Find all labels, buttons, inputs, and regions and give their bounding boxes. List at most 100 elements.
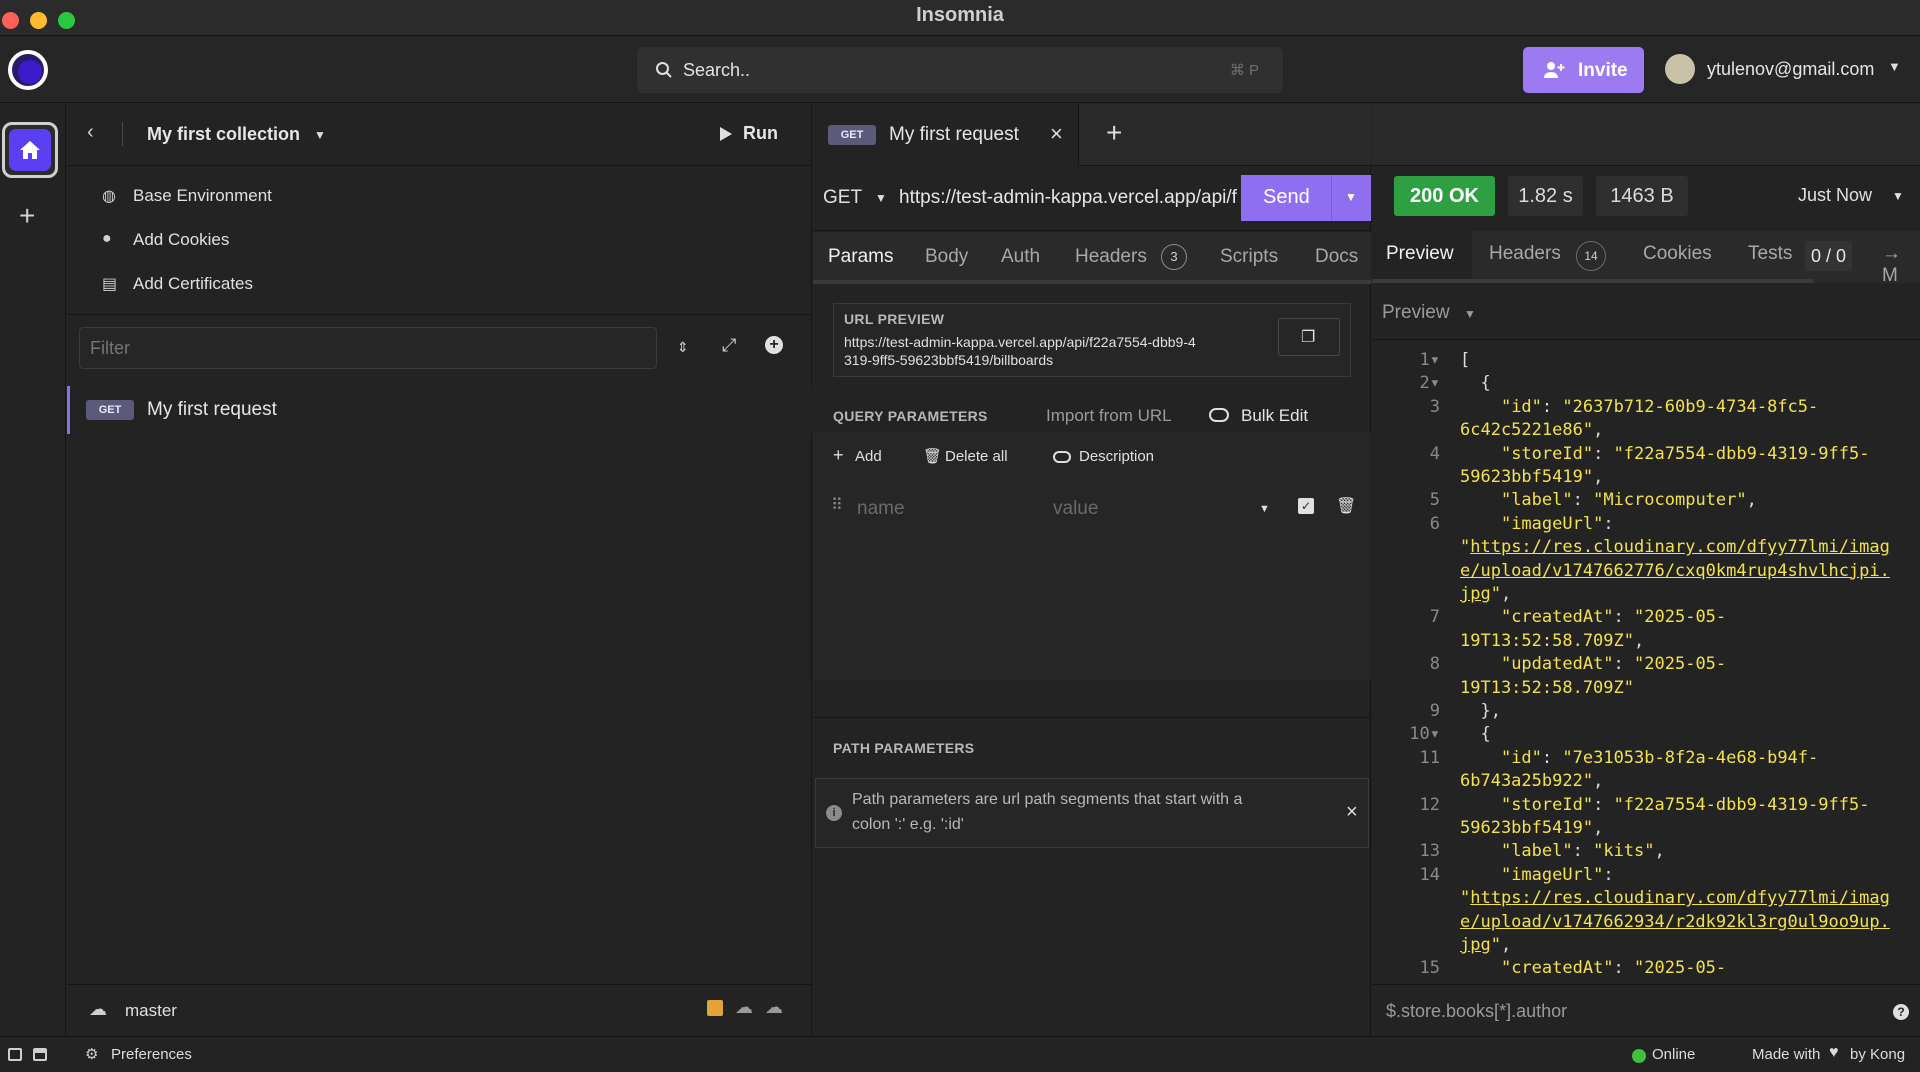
chevron-down-icon[interactable]: ▼: [1888, 59, 1901, 74]
sidebar-item-add-cookies[interactable]: ● Add Cookies: [67, 220, 812, 260]
description-toggle-icon[interactable]: [1053, 451, 1071, 463]
delete-all-button[interactable]: Delete all: [945, 448, 1008, 465]
add-param-button[interactable]: Add: [855, 448, 882, 465]
response-headers-count: 14: [1576, 241, 1606, 271]
method-select[interactable]: GET: [823, 187, 862, 209]
response-filter-row: $.store.books[*].author ?: [1372, 984, 1920, 1040]
url-input[interactable]: https://test-admin-kappa.vercel.app/api/…: [899, 187, 1237, 213]
tab-scripts[interactable]: Scripts: [1220, 246, 1278, 268]
request-tab-bar: GET My first request × +: [813, 104, 1371, 166]
request-tab[interactable]: GET My first request ×: [813, 104, 1079, 166]
param-value-input[interactable]: value: [1053, 498, 1098, 520]
preview-mode-select[interactable]: Preview: [1382, 302, 1450, 324]
response-top-bar: [1372, 104, 1920, 166]
play-icon: [720, 127, 732, 141]
add-workspace-icon[interactable]: +: [19, 200, 35, 232]
send-button[interactable]: Send ▼: [1241, 175, 1371, 221]
method-chevron-down-icon[interactable]: ▼: [875, 191, 887, 205]
path-info-line-2: colon ':' e.g. ':id': [852, 816, 964, 833]
history-chevron-down-icon[interactable]: ▼: [1892, 189, 1904, 203]
run-button[interactable]: Run: [719, 120, 799, 150]
sidebar-item-base-environment[interactable]: ◍ Base Environment: [67, 176, 812, 216]
sidebar-item-label: Base Environment: [133, 186, 272, 205]
preferences-button[interactable]: Preferences: [111, 1046, 192, 1063]
sort-icon[interactable]: ⇕: [677, 339, 689, 356]
delete-param-icon[interactable]: 🗑: [1336, 496, 1356, 516]
new-tab-icon[interactable]: +: [1106, 117, 1122, 149]
invite-button[interactable]: Invite: [1523, 47, 1644, 93]
tab-cookies[interactable]: Cookies: [1643, 243, 1712, 265]
sidebar-request-item[interactable]: GET My first request: [67, 386, 812, 434]
status-bar: ⚙ Preferences Online Made with ♥ by Kong: [0, 1036, 1920, 1072]
description-button[interactable]: Description: [1079, 448, 1154, 465]
url-bar: GET ▼ https://test-admin-kappa.vercel.ap…: [813, 167, 1371, 231]
avatar[interactable]: [1665, 54, 1695, 84]
path-info-line-1: Path parameters are url path segments th…: [852, 791, 1243, 808]
response-tabs-scrollbar[interactable]: [1372, 279, 1814, 283]
window-title: Insomnia: [916, 4, 1004, 26]
param-type-chevron-icon[interactable]: ▼: [1259, 503, 1270, 515]
tab-tests[interactable]: Tests: [1748, 243, 1792, 265]
import-from-url-button[interactable]: Import from URL: [1046, 406, 1172, 426]
request-subtabs: Params Body Auth Headers 3 Scripts Docs: [813, 232, 1371, 284]
heart-icon: ♥: [1829, 1044, 1839, 1061]
send-options-chevron-icon[interactable]: ▼: [1345, 190, 1357, 204]
response-history[interactable]: Just Now: [1798, 185, 1872, 206]
globe-icon: ◍: [102, 188, 116, 205]
preview-mode-chevron-icon[interactable]: ▼: [1464, 307, 1476, 321]
package-icon[interactable]: [707, 1000, 723, 1016]
param-enabled-checkbox[interactable]: ✓: [1298, 498, 1314, 514]
search-bar[interactable]: Search.. ⌘ P: [637, 47, 1283, 93]
copy-url-button[interactable]: ❐: [1278, 318, 1340, 356]
response-size: 1463 B: [1596, 176, 1688, 216]
subtabs-scrollbar[interactable]: [813, 280, 1371, 284]
home-button[interactable]: [2, 122, 58, 178]
cloud-download-icon[interactable]: ☁: [735, 997, 753, 1018]
home-icon: [20, 141, 40, 159]
response-time: 1.82 s: [1508, 176, 1583, 216]
collection-chevron-down-icon[interactable]: ▼: [314, 128, 326, 142]
add-user-icon: [1544, 62, 1565, 78]
url-preview-title: URL PREVIEW: [844, 311, 945, 327]
cloud-upload-icon[interactable]: ☁: [765, 997, 783, 1018]
toggle-sidebar-icon[interactable]: [8, 1048, 22, 1061]
collection-sidebar: ‹ My first collection ▼ Run ◍ Base Envir…: [67, 104, 812, 1036]
param-name-input[interactable]: name: [857, 498, 905, 520]
back-arrow-icon[interactable]: ‹: [87, 121, 94, 144]
section-divider: [813, 717, 1371, 718]
tab-body[interactable]: Body: [925, 246, 968, 268]
collection-name[interactable]: My first collection: [147, 124, 300, 145]
made-with-suffix[interactable]: by Kong: [1850, 1046, 1905, 1063]
close-tab-icon[interactable]: ×: [1050, 121, 1063, 147]
dismiss-info-icon[interactable]: ×: [1346, 801, 1358, 824]
tab-headers[interactable]: Headers: [1075, 246, 1147, 268]
add-request-icon[interactable]: +: [765, 336, 783, 354]
branch-name[interactable]: master: [125, 1001, 177, 1021]
bulk-edit-toggle-icon[interactable]: [1209, 408, 1229, 422]
user-email[interactable]: ytulenov@gmail.com: [1707, 59, 1874, 80]
query-parameters-title: QUERY PARAMETERS: [833, 408, 988, 424]
insomnia-logo-icon[interactable]: [8, 50, 48, 90]
divider: [122, 122, 123, 146]
tab-docs[interactable]: Docs: [1315, 246, 1358, 268]
sidebar-item-add-certificates[interactable]: ▤ Add Certificates: [67, 264, 812, 304]
status-badge: 200 OK: [1394, 176, 1495, 216]
send-label: Send: [1263, 186, 1310, 208]
title-bar: Insomnia: [0, 0, 1920, 36]
tab-auth[interactable]: Auth: [1001, 246, 1040, 268]
sidebar-item-label: Add Cookies: [133, 230, 230, 249]
response-filter-input[interactable]: $.store.books[*].author: [1386, 1001, 1567, 1022]
tab-preview[interactable]: Preview: [1386, 243, 1454, 265]
drag-handle-icon[interactable]: ⠿: [831, 495, 843, 515]
bulk-edit-button[interactable]: Bulk Edit: [1241, 406, 1308, 426]
toggle-panel-icon[interactable]: [33, 1048, 47, 1061]
filter-input[interactable]: [79, 327, 657, 369]
more-tabs[interactable]: → M: [1882, 243, 1920, 287]
tab-params[interactable]: Params: [828, 246, 893, 268]
request-panel: GET My first request × + GET ▼ https://t…: [813, 104, 1371, 1036]
response-body-viewer[interactable]: 1▾[ 2▾ { 3 "id": "2637b712-60b9-4734-8fc…: [1372, 341, 1920, 984]
info-icon: i: [826, 805, 842, 821]
expand-icon[interactable]: ⤢: [722, 335, 736, 356]
help-icon[interactable]: ?: [1893, 1004, 1909, 1020]
tab-response-headers[interactable]: Headers: [1489, 243, 1561, 265]
